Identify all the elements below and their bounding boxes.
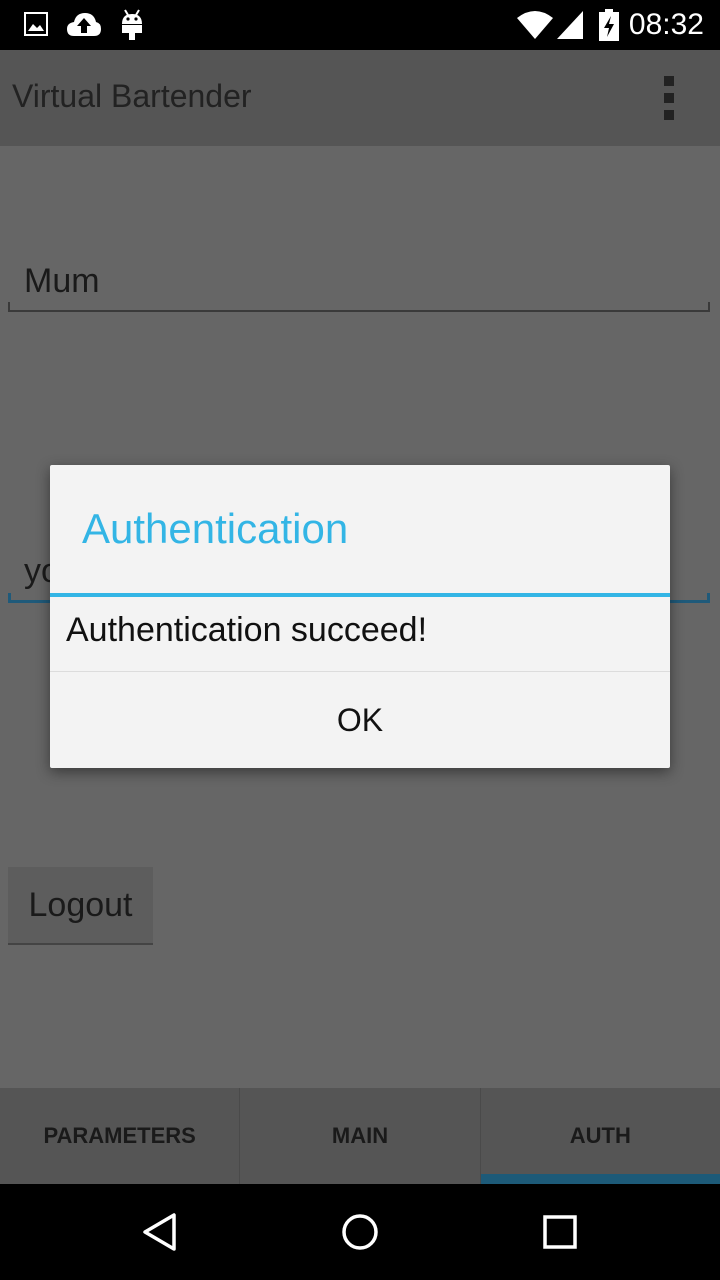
tab-main[interactable]: MAIN xyxy=(240,1088,481,1184)
signal-icon xyxy=(557,11,583,39)
authentication-dialog: Authentication Authentication succeed! O… xyxy=(50,465,670,768)
home-icon[interactable] xyxy=(338,1210,382,1254)
app-title: Virtual Bartender xyxy=(12,78,252,114)
username-field[interactable]: Mum xyxy=(8,262,710,312)
tab-parameters[interactable]: PARAMETERS xyxy=(0,1088,241,1184)
action-bar: Virtual Bartender xyxy=(0,50,720,146)
ok-button[interactable]: OK xyxy=(50,672,670,768)
wifi-icon xyxy=(517,11,553,39)
cloud-upload-icon xyxy=(67,13,101,36)
logout-button[interactable]: Logout xyxy=(8,867,153,945)
back-icon[interactable] xyxy=(138,1210,182,1254)
overflow-menu-icon[interactable] xyxy=(662,76,676,120)
dialog-message: Authentication succeed! xyxy=(66,611,428,649)
navigation-bar xyxy=(0,1184,720,1280)
android-icon xyxy=(122,9,142,40)
status-time: 08:32 xyxy=(628,8,704,41)
dialog-title-divider xyxy=(50,593,670,597)
screen: 08:32 Virtual Bartender Mum yo Logout PA… xyxy=(0,0,720,1280)
username-value: Mum xyxy=(24,262,100,300)
tab-auth[interactable]: AUTH xyxy=(480,1088,720,1184)
status-bar: 08:32 xyxy=(0,0,720,50)
tab-bar: PARAMETERS MAIN AUTH xyxy=(0,1088,720,1184)
recents-icon[interactable] xyxy=(538,1210,582,1254)
image-icon xyxy=(24,12,48,36)
battery-charging-icon xyxy=(599,9,619,41)
dialog-title: Authentication xyxy=(82,505,349,552)
